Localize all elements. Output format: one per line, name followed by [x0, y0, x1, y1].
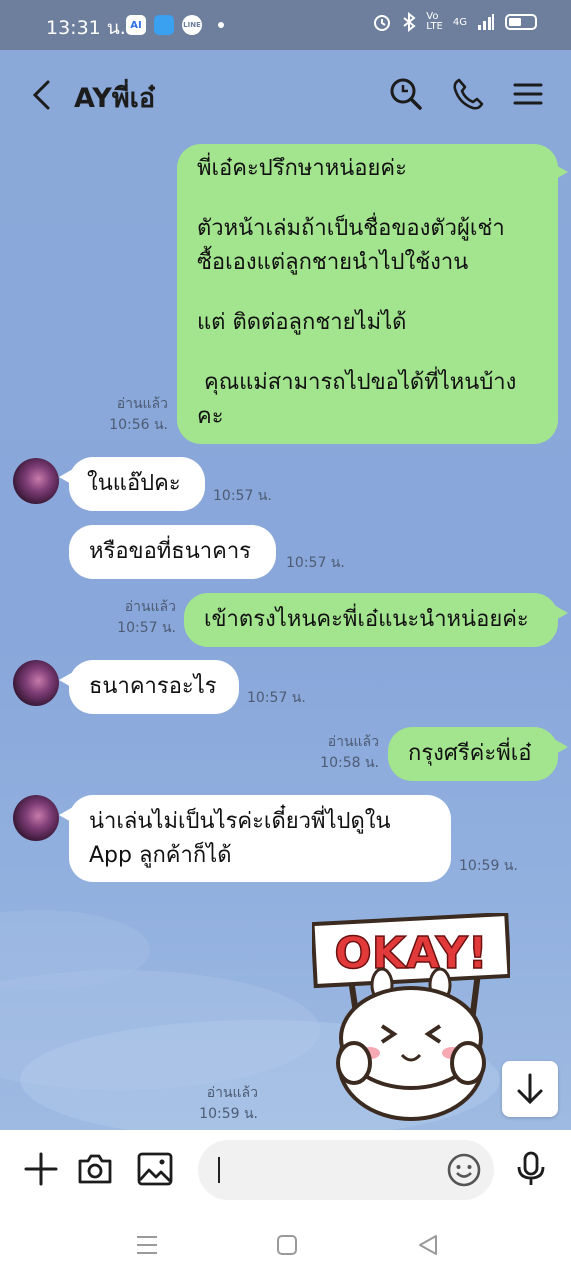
read-receipt: อ่านแล้ว — [327, 734, 379, 750]
message-line: ซื้อเองแต่ลูกชายนำไปใช้งาน — [197, 250, 469, 275]
message-time: 10:56 น. — [109, 417, 168, 433]
message-meta: อ่านแล้ว 10:57 น. — [100, 597, 176, 639]
recent-apps-icon[interactable] — [133, 1232, 161, 1258]
ai-app-icon: AI — [126, 15, 146, 35]
message-time: 10:57 น. — [247, 690, 306, 706]
bluetooth-icon — [403, 12, 416, 32]
message-text: กรุงศรีค่ะพี่เอ๋ — [408, 741, 532, 766]
message-text: เข้าตรงไหนคะพี่เอ๋แนะนำหน่อยค่ะ — [204, 607, 529, 632]
read-receipt: อ่านแล้ว — [116, 396, 168, 412]
their-message-bubble[interactable]: หรือขอที่ธนาคาร — [69, 525, 276, 579]
message-line: คุณแม่สามารถไปขอได้ที่ไหนบ้าง — [197, 370, 517, 395]
okay-sticker[interactable]: OKAY! — [312, 913, 510, 1123]
back-icon[interactable] — [28, 78, 58, 112]
search-icon[interactable] — [388, 76, 424, 112]
message-line — [197, 186, 538, 212]
message-time: 10:57 น. — [117, 620, 176, 636]
message-input-bar — [0, 1130, 571, 1210]
image-icon[interactable] — [136, 1150, 174, 1188]
status-time: 13:31 น. — [46, 17, 126, 39]
contact-avatar[interactable] — [13, 458, 59, 504]
message-meta: อ่านแล้ว 10:58 น. — [310, 732, 379, 774]
signal-icon — [478, 14, 494, 30]
back-nav-icon[interactable] — [414, 1232, 442, 1258]
phone-icon[interactable] — [450, 76, 486, 112]
battery-icon — [505, 14, 537, 30]
chat-header: AYพี่เอ๋ — [0, 50, 571, 140]
text-caret — [218, 1157, 220, 1183]
message-text: ธนาคารอะไร — [89, 674, 217, 699]
their-message-bubble[interactable]: น่าเล่นไม่เป็นไรค่ะเดี๋ยวพี่ไปดูใน App ล… — [59, 795, 451, 882]
more-notifications-dot-icon — [218, 22, 224, 28]
volte-icon: Vo LTE — [426, 11, 443, 32]
message-time: 10:57 น. — [286, 555, 345, 571]
message-line: App ลูกค้าก็ได้ — [89, 843, 232, 868]
message-line — [197, 280, 538, 306]
their-message-bubble[interactable]: ธนาคารอะไร — [59, 660, 239, 714]
contact-avatar[interactable] — [13, 660, 59, 706]
my-message-bubble[interactable]: เข้าตรงไหนคะพี่เอ๋แนะนำหน่อยค่ะ — [184, 593, 568, 647]
line-notification-icon: LINE — [182, 15, 202, 35]
network-type-icon: 4G — [452, 16, 467, 28]
status-bar: 13:31 น. AI LINE Vo LTE 4G — [0, 0, 571, 50]
plus-icon[interactable] — [22, 1150, 60, 1188]
message-input[interactable] — [198, 1140, 494, 1200]
status-notification-icons: AI LINE — [126, 15, 224, 35]
message-line: ตัวหน้าเล่มถ้าเป็นชื่อของตัวผู้เช่า — [197, 216, 505, 241]
status-system-icons: Vo LTE 4G — [372, 12, 537, 32]
message-text: ในแอ๊ปคะ — [87, 471, 181, 496]
message-time: 10:57 น. — [213, 488, 272, 504]
their-message-bubble[interactable]: ในแอ๊ปคะ — [59, 457, 205, 511]
contact-avatar[interactable] — [13, 795, 59, 841]
emoji-icon[interactable] — [446, 1152, 482, 1188]
chat-title[interactable]: AYพี่เอ๋ — [74, 76, 155, 119]
scroll-to-bottom-button[interactable] — [502, 1061, 558, 1117]
message-meta: อ่านแล้ว 10:56 น. — [100, 394, 168, 436]
menu-icon[interactable] — [510, 76, 546, 112]
my-message-bubble[interactable]: กรุงศรีค่ะพี่เอ๋ — [388, 727, 568, 781]
arrow-down-icon — [517, 1073, 543, 1105]
message-line: น่าเล่นไม่เป็นไรค่ะเดี๋ยวพี่ไปดูใน — [89, 809, 391, 834]
message-line: คะ — [197, 404, 224, 429]
camera-icon[interactable] — [76, 1150, 114, 1188]
my-message-bubble[interactable]: พี่เอ๋คะปรึกษาหน่อยค่ะ ตัวหน้าเล่มถ้าเป็… — [177, 144, 568, 444]
message-time: 10:59 น. — [459, 858, 518, 874]
chat-area[interactable]: AYพี่เอ๋ อ่านแล้ว 10:56 น. พี่เอ๋คะปรึกษ… — [0, 50, 571, 1130]
system-navigation-bar — [0, 1210, 571, 1280]
message-time: 10:59 น. — [199, 1106, 258, 1122]
read-receipt: อ่านแล้ว — [206, 1085, 258, 1101]
message-line: พี่เอ๋คะปรึกษาหน่อยค่ะ — [197, 156, 407, 181]
message-line — [197, 340, 538, 366]
sticker-text: OKAY! — [334, 928, 487, 979]
home-icon[interactable] — [273, 1232, 301, 1258]
message-meta: อ่านแล้ว 10:59 น. — [190, 1083, 258, 1125]
message-time: 10:58 น. — [320, 755, 379, 771]
alarm-icon — [374, 15, 391, 31]
message-line: แต่ ติดต่อลูกชายไม่ได้ — [197, 310, 407, 335]
app-notification-icon — [154, 15, 174, 35]
microphone-icon[interactable] — [512, 1150, 550, 1188]
read-receipt: อ่านแล้ว — [124, 599, 176, 615]
message-text: หรือขอที่ธนาคาร — [89, 539, 251, 564]
